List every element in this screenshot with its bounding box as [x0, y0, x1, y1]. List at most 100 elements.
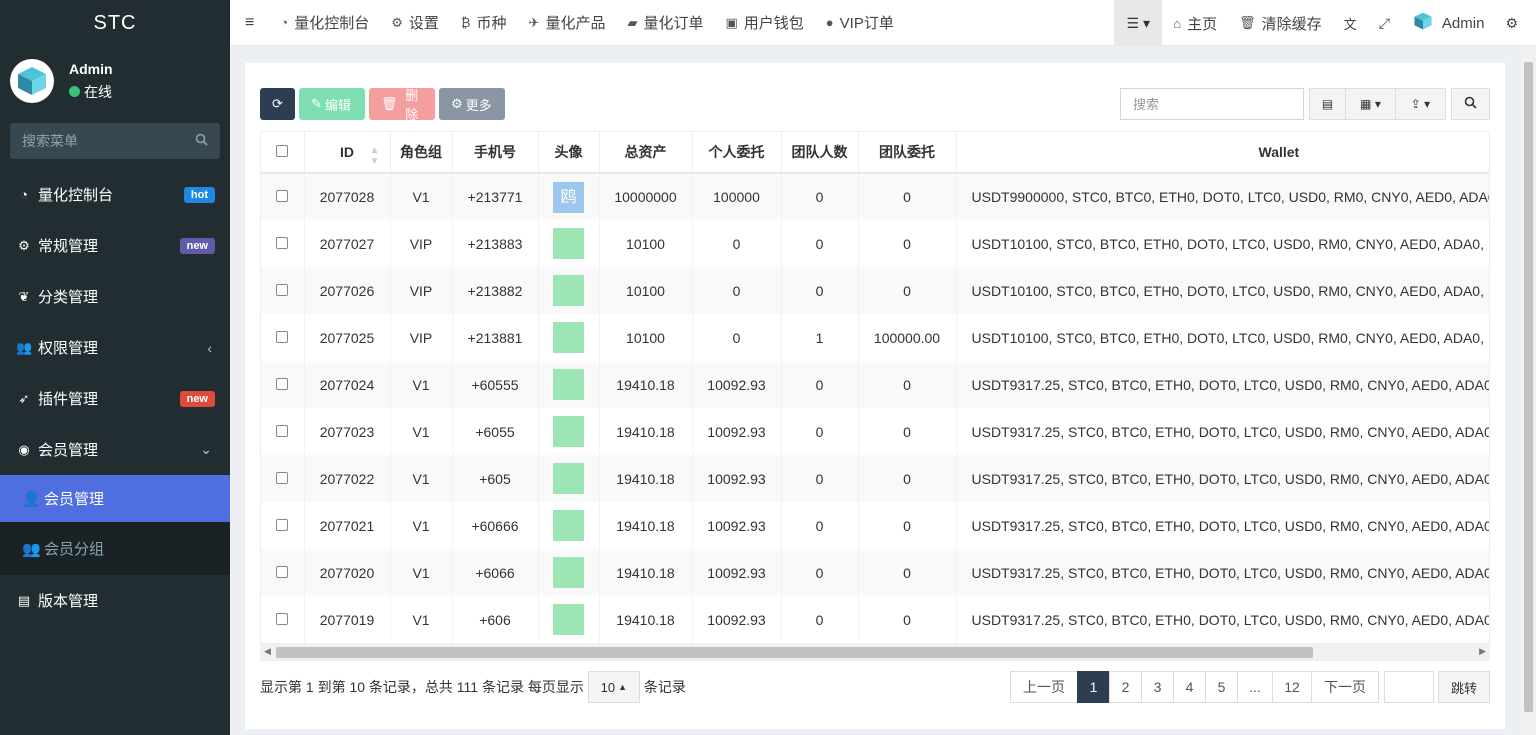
cell-role: V1	[390, 549, 453, 596]
cell-id: 2077019	[304, 596, 391, 643]
sidebar: STC Admin 在线 ◔ 量化控制台 hot ⚙ 常规管理 ne	[0, 0, 230, 735]
refresh-button[interactable]: ⟳	[260, 88, 295, 120]
header-label: ID	[340, 144, 354, 160]
sidebar-subitem-member-manage[interactable]: 👤 会员管理	[0, 475, 230, 522]
row-checkbox[interactable]	[276, 190, 289, 202]
select-all-checkbox[interactable]	[276, 145, 289, 157]
cell-avatar	[538, 361, 600, 408]
table-row[interactable]: 2077022 V1 +605 19410.18 10092.93 0 0 USDT9317.…	[261, 455, 1489, 502]
advanced-search-button[interactable]	[1451, 88, 1490, 120]
nav-tab-settings[interactable]: ⚙ 设置	[380, 0, 450, 46]
toggle-view-button[interactable]: ▤	[1309, 88, 1346, 120]
row-checkbox[interactable]	[276, 377, 289, 390]
avatar[interactable]	[553, 369, 584, 400]
row-checkbox[interactable]	[276, 565, 289, 578]
page-button-4[interactable]: 4	[1173, 671, 1206, 703]
prev-page-button[interactable]: 上一页	[1010, 671, 1078, 703]
table-row[interactable]: 2077023 V1 +6055 19410.18 10092.93 0 0 USDT9317…	[261, 408, 1489, 455]
online-dot-icon	[69, 86, 80, 97]
page-button-1[interactable]: 1	[1077, 671, 1110, 703]
row-checkbox[interactable]	[276, 283, 289, 296]
menu-toggle-button[interactable]: ≡	[230, 0, 269, 46]
page-size-select[interactable]: 10 ▲	[587, 671, 640, 703]
table-search-input[interactable]	[1120, 88, 1304, 120]
page-button-12[interactable]: 12	[1272, 671, 1312, 703]
nav-tab-orders[interactable]: ▰ 量化订单	[616, 0, 714, 46]
sidebar-item-version[interactable]: ▤ 版本管理	[0, 575, 230, 626]
avatar[interactable]: 鸥	[553, 181, 584, 213]
cell-id: 2077027	[304, 220, 391, 267]
table-row[interactable]: 2077025 VIP +213881 10100 0 1 100000.00 USDT101…	[261, 314, 1489, 361]
row-select-cell	[261, 267, 305, 314]
sidebar-search-input[interactable]	[22, 133, 172, 149]
sidebar-item-members[interactable]: ◉ 会员管理 ⌄	[0, 424, 230, 475]
export-button[interactable]: ⇪ ▾	[1395, 88, 1446, 120]
row-checkbox[interactable]	[276, 471, 289, 484]
avatar[interactable]	[553, 275, 584, 306]
group-icon: 👥	[16, 339, 33, 355]
nav-tab-dashboard[interactable]: ◔ 量化控制台	[269, 0, 380, 46]
user-status-label: 在线	[84, 83, 112, 100]
table-row[interactable]: 2077026 VIP +213882 10100 0 0 0 USDT10100, STC0…	[261, 267, 1489, 314]
cell-wallet: USDT9317.25, STC0, BTC0, ETH0, DOT0, LTC…	[956, 455, 1489, 502]
next-page-button[interactable]: 下一页	[1311, 671, 1379, 703]
avatar[interactable]	[553, 463, 584, 494]
nav-dropdown-button[interactable]: ☰ ▾	[1114, 0, 1163, 46]
page-button-2[interactable]: 2	[1109, 671, 1142, 703]
row-checkbox[interactable]	[276, 424, 289, 437]
delete-button[interactable]: 🗑 删除	[369, 88, 435, 122]
nav-tab-wallet[interactable]: ▣ 用户钱包	[714, 0, 814, 46]
table-row[interactable]: 2077021 V1 +60666 19410.18 10092.93 0 0 USDT931…	[261, 502, 1489, 549]
sidebar-item-auth[interactable]: 👥 权限管理 ‹	[0, 322, 230, 373]
brand-logo[interactable]: STC	[0, 0, 230, 46]
sidebar-item-dashboard[interactable]: ◔ 量化控制台 hot	[0, 169, 230, 220]
table-row[interactable]: 2077019 V1 +606 19410.18 10092.93 0 0 USDT9317.…	[261, 596, 1489, 643]
cell-team-count: 0	[781, 596, 859, 643]
sidebar-item-plugins[interactable]: ➶ 插件管理 new	[0, 373, 230, 424]
jump-page-input[interactable]	[1384, 671, 1434, 703]
avatar[interactable]	[553, 228, 584, 259]
avatar[interactable]	[553, 322, 584, 353]
table-row[interactable]: 2077024 V1 +60555 19410.18 10092.93 0 0 USDT931…	[261, 361, 1489, 408]
settings-button[interactable]: ⚙	[1495, 0, 1536, 46]
cell-assets: 10100	[599, 220, 693, 267]
home-link[interactable]: ⌂ 主页	[1162, 0, 1228, 46]
scrollbar-thumb[interactable]	[1524, 62, 1533, 712]
table-row[interactable]: 2077027 VIP +213883 10100 0 0 0 USDT10100, STC0…	[261, 220, 1489, 267]
nav-tab-vip-orders[interactable]: ● VIP订单	[815, 0, 905, 46]
clear-cache-button[interactable]: 🗑 清除缓存	[1228, 0, 1333, 46]
sidebar-subitem-member-group[interactable]: 👥 会员分组	[0, 522, 230, 575]
horizontal-scrollbar[interactable]: ◀ ▶	[260, 643, 1490, 660]
avatar[interactable]	[553, 604, 584, 635]
vertical-scrollbar[interactable]	[1521, 46, 1536, 735]
table-row[interactable]: 2077020 V1 +6066 19410.18 10092.93 0 0 USDT9317…	[261, 549, 1489, 596]
avatar[interactable]	[553, 557, 584, 588]
nav-tab-currency[interactable]: ₿ 币种	[450, 0, 518, 46]
columns-button[interactable]: ▦ ▾	[1345, 88, 1396, 120]
row-checkbox[interactable]	[276, 330, 289, 343]
edit-button[interactable]: ✎ 编辑	[299, 88, 365, 120]
search-icon[interactable]	[195, 133, 208, 149]
table-row[interactable]: 2077028 V1 +213771 鸥 10000000 100000 0 0 USDT990…	[261, 173, 1489, 220]
admin-menu[interactable]: Admin	[1401, 0, 1496, 46]
nav-tab-products[interactable]: ✈ 量化产品	[518, 0, 617, 46]
page-button-5[interactable]: 5	[1205, 671, 1238, 703]
sidebar-item-category[interactable]: ❦ 分类管理	[0, 271, 230, 322]
sidebar-item-general[interactable]: ⚙ 常规管理 new	[0, 220, 230, 271]
row-checkbox[interactable]	[276, 236, 289, 249]
scroll-right-icon[interactable]: ▶	[1479, 646, 1486, 657]
row-checkbox[interactable]	[276, 612, 289, 625]
scroll-left-icon[interactable]: ◀	[264, 646, 271, 657]
jump-button[interactable]: 跳转	[1438, 671, 1490, 703]
cell-phone: +6066	[452, 549, 539, 596]
avatar[interactable]	[553, 416, 584, 447]
column-header-id[interactable]: ID ▲ ▼	[304, 132, 391, 174]
page-button-3[interactable]: 3	[1141, 671, 1174, 703]
row-checkbox[interactable]	[276, 518, 289, 531]
avatar[interactable]	[553, 510, 584, 541]
scrollbar-thumb[interactable]	[276, 647, 1313, 658]
language-button[interactable]: 文	[1333, 0, 1368, 46]
sidebar-item-label: 版本管理	[38, 593, 99, 610]
more-button[interactable]: ⚙ 更多	[439, 88, 505, 120]
fullscreen-button[interactable]: ⤢	[1368, 0, 1401, 46]
